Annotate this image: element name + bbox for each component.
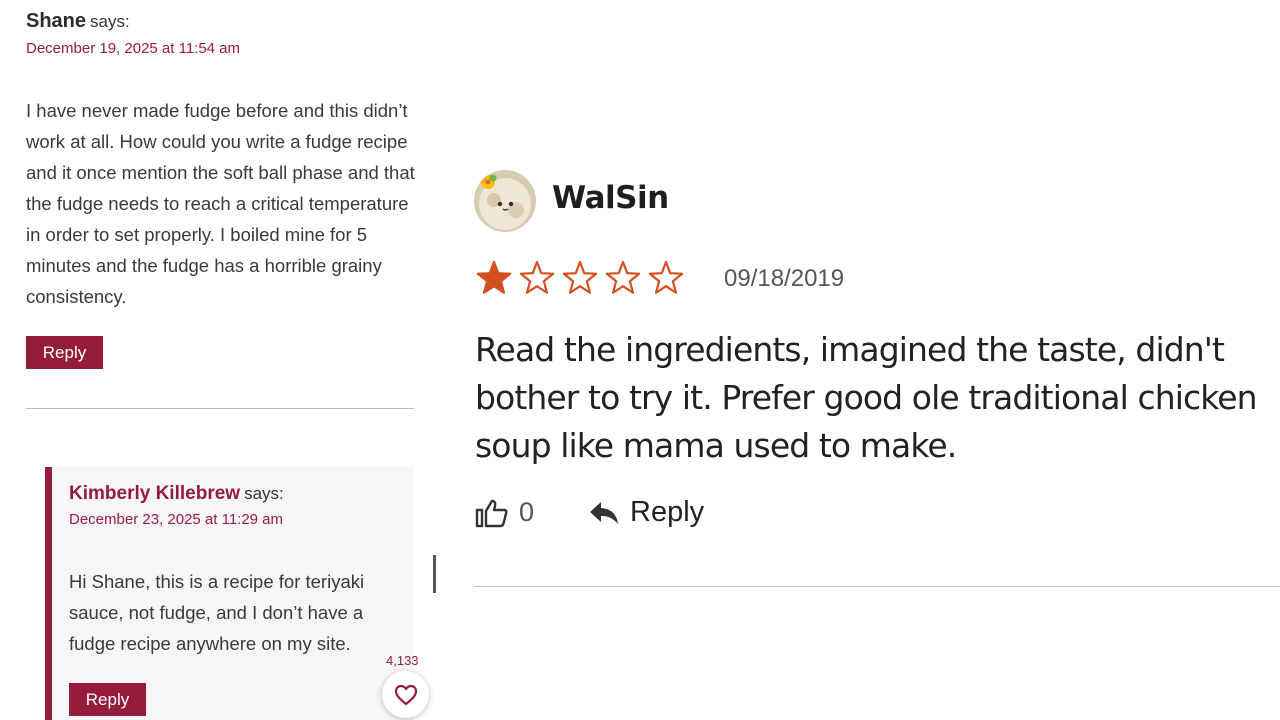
star-empty-icon	[519, 260, 555, 294]
comment-author[interactable]: Shane	[26, 10, 86, 32]
reply-date[interactable]: December 23, 2025 at 11:29 am	[69, 511, 283, 528]
reviewer-name[interactable]: WalSin	[552, 180, 669, 216]
reply-arrow-icon	[590, 501, 619, 524]
comment-reply-button[interactable]: Reply	[26, 336, 103, 369]
review-reply-button[interactable]: Reply	[588, 496, 704, 529]
star-filled-icon	[476, 260, 512, 294]
says-label: says:	[90, 12, 130, 31]
heart-outline-icon	[394, 684, 417, 705]
reply-author-line: Kimberly Killebrew says:	[69, 483, 284, 505]
reply-reply-button[interactable]: Reply	[69, 683, 146, 716]
avatar-image	[474, 170, 536, 232]
star-empty-icon	[605, 260, 641, 294]
helpful-button[interactable]: 0	[475, 497, 534, 528]
helpful-count: 0	[519, 497, 535, 527]
comment-divider	[26, 408, 414, 409]
screenshot-composite: Shane says: December 19, 2025 at 11:54 am…	[0, 0, 1280, 720]
comment-date[interactable]: December 19, 2025 at 11:54 am	[26, 40, 240, 57]
review-date: 09/18/2019	[724, 265, 845, 292]
star-rating	[476, 260, 684, 296]
star-empty-icon	[648, 260, 684, 294]
reply-label: Reply	[630, 496, 705, 528]
says-label: says:	[244, 484, 284, 503]
review-divider	[474, 586, 1280, 587]
comment-body: I have never made fudge before and this …	[26, 100, 415, 307]
review-actions: 0 Reply	[475, 496, 704, 529]
nested-reply: Kimberly Killebrew says: December 23, 202…	[45, 467, 414, 720]
like-button[interactable]	[382, 671, 429, 718]
star-empty-icon	[562, 260, 598, 294]
reviewer-avatar[interactable]	[474, 170, 536, 232]
recipe-review: WalSin 09/18/2019 Read the ingredients, …	[440, 0, 1280, 720]
thumbs-up-icon	[475, 499, 508, 527]
like-count: 4,133	[386, 653, 419, 668]
reply-body: Hi Shane, this is a recipe for teriyaki …	[69, 571, 365, 654]
review-body: Read the ingredients, imagined the taste…	[475, 330, 1258, 465]
comment-author-line: Shane says:	[26, 10, 130, 33]
comment-thread: Shane says: December 19, 2025 at 11:54 am…	[0, 0, 440, 720]
scroll-indicator[interactable]	[433, 555, 436, 593]
reply-author[interactable]: Kimberly Killebrew	[69, 483, 240, 504]
